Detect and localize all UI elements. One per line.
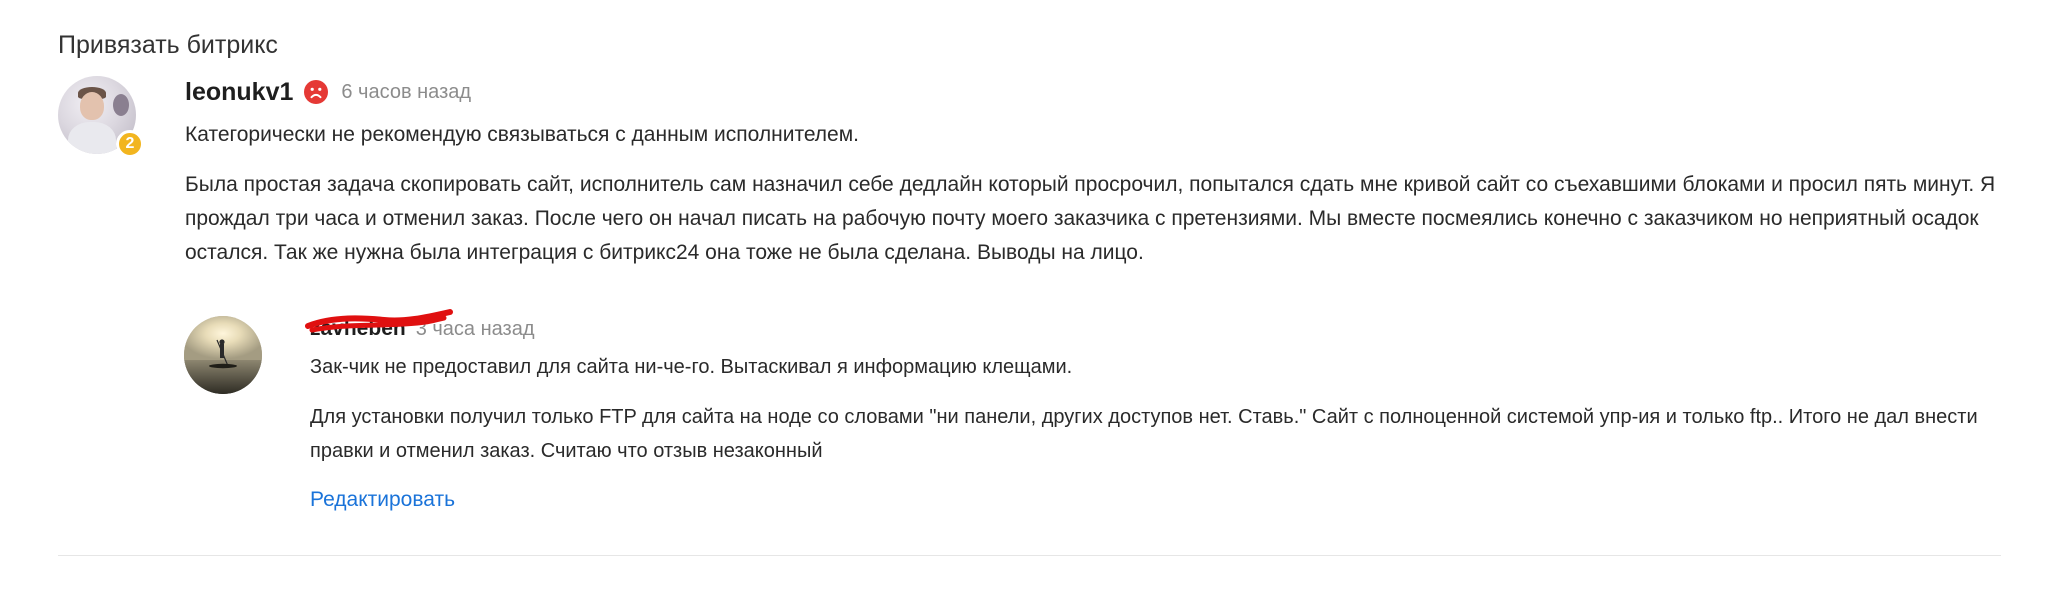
review-time: 6 часов назад bbox=[341, 80, 472, 103]
review-page: Привязать битрикс 2 leonukv1 6 часов наз… bbox=[0, 0, 2048, 593]
review-body: leonukv1 6 часов назад Категорически не … bbox=[185, 76, 2007, 270]
reply-header: zavheben 3 часа назад bbox=[305, 309, 2010, 346]
edit-link[interactable]: Редактировать bbox=[310, 488, 455, 512]
reply-text-main: Для установки получил только FTP для сай… bbox=[310, 406, 1978, 462]
divider bbox=[58, 555, 2001, 556]
reply-text-intro: Зак-чик не предоставил для сайта ни-че-г… bbox=[310, 356, 1073, 378]
reply-body: zavheben 3 часа назад Зак-чик не предост… bbox=[305, 309, 2010, 512]
review-header: leonukv1 6 часов назад bbox=[185, 76, 2007, 108]
review-text-main: Была простая задача скопировать сайт, ис… bbox=[185, 173, 1996, 264]
reply-avatar[interactable] bbox=[184, 316, 262, 394]
sad-face-icon bbox=[304, 80, 329, 104]
avatar-photo-detail bbox=[113, 94, 129, 116]
section-title: Привязать битрикс bbox=[58, 31, 278, 59]
review-username[interactable]: leonukv1 bbox=[185, 78, 293, 107]
level-badge: 2 bbox=[116, 130, 144, 158]
review-text-intro: Категорически не рекомендую связываться … bbox=[185, 123, 860, 146]
reply-avatar-image bbox=[184, 316, 262, 394]
avatar-photo-body bbox=[68, 122, 116, 154]
redaction-scribble bbox=[305, 309, 453, 333]
avatar-photo-face bbox=[80, 92, 104, 120]
